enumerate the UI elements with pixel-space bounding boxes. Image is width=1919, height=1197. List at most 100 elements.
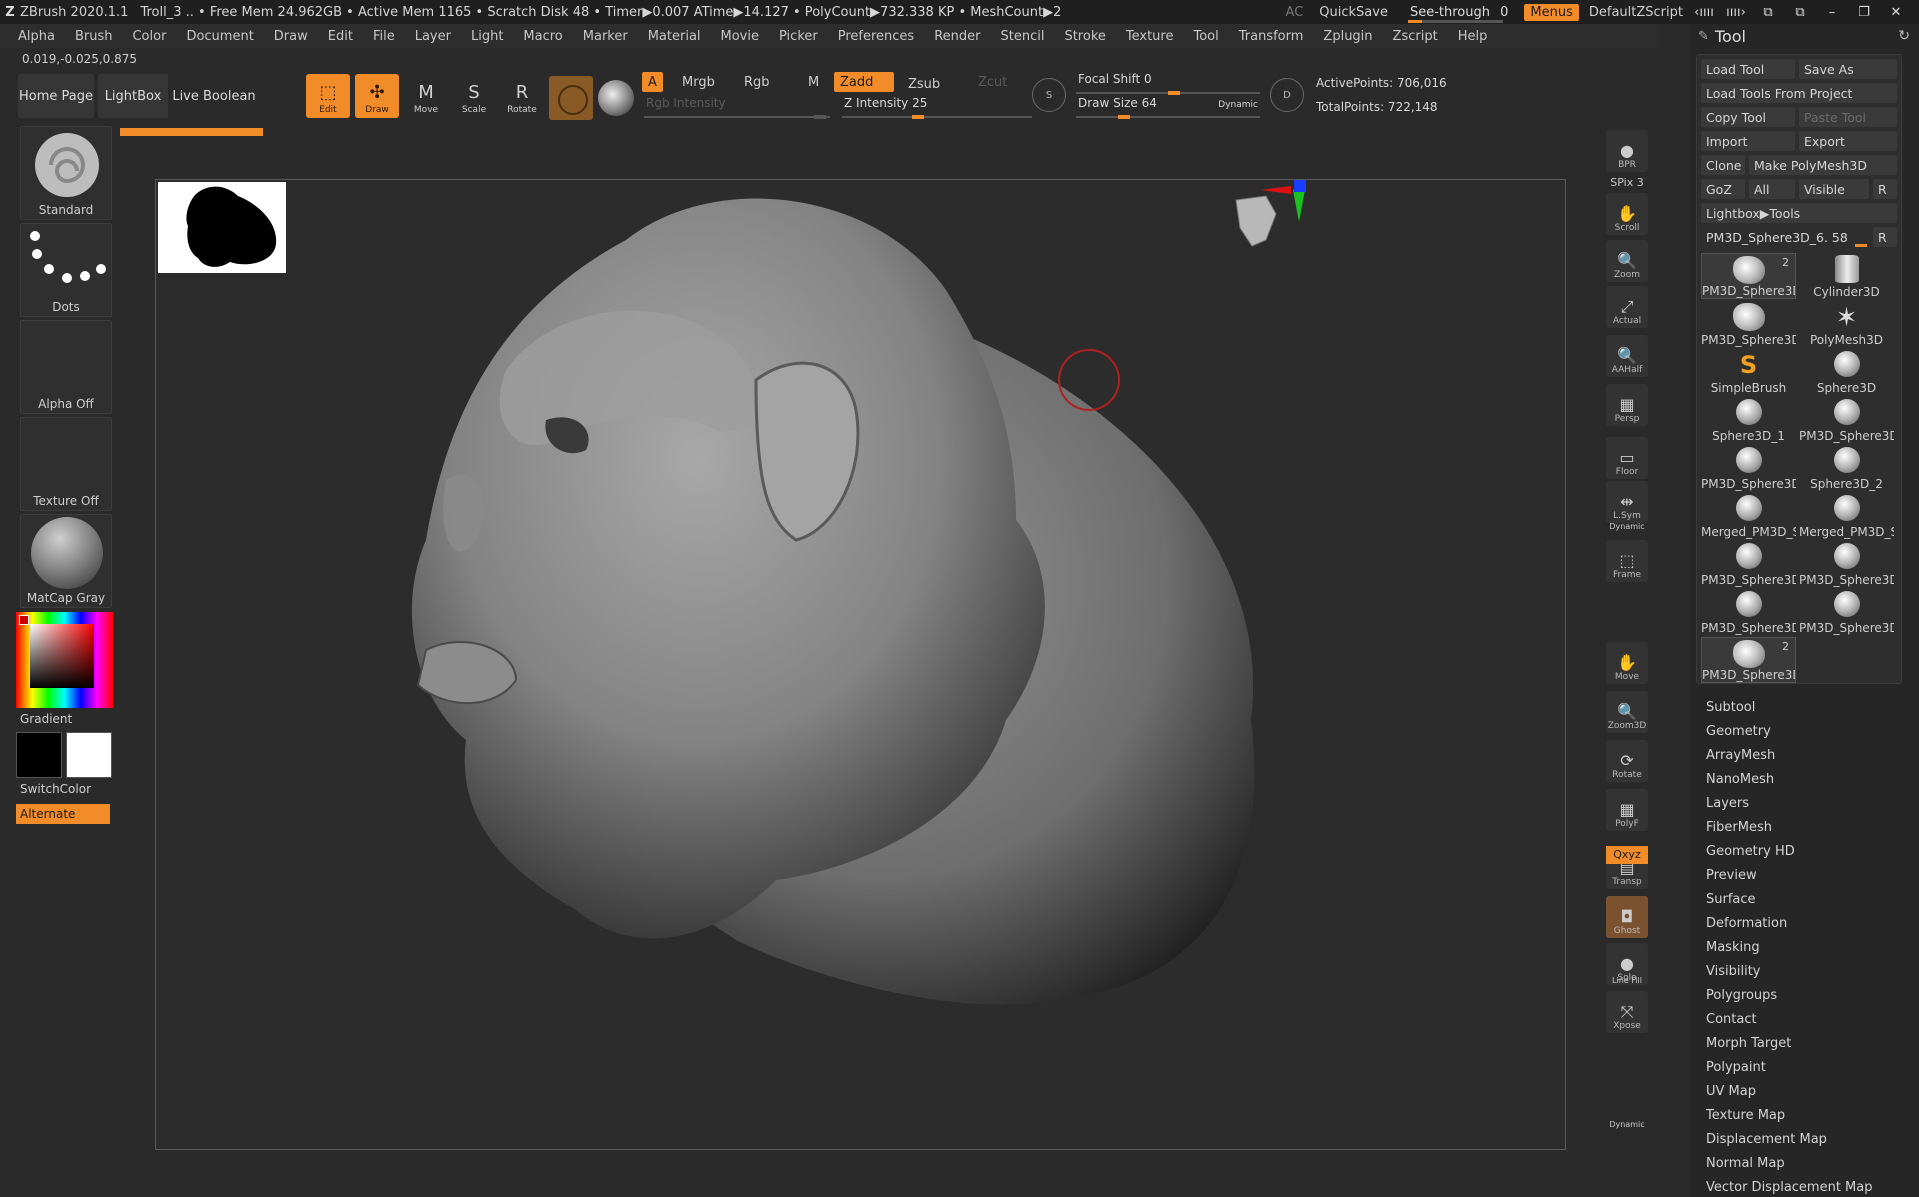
current-tool-slider-knob[interactable] [1855, 244, 1867, 247]
tool-item[interactable]: Merged_PM3D_S [1701, 493, 1796, 539]
xpose-button[interactable]: ⤧ Xpose [1606, 991, 1648, 1034]
close-icon[interactable]: ✕ [1885, 5, 1907, 20]
ghost-button[interactable]: ◘ Ghost [1606, 896, 1648, 939]
goz-all-button[interactable]: All [1749, 179, 1795, 199]
goz-visible-button[interactable]: Visible [1799, 179, 1869, 199]
current-tool-r-button[interactable]: R [1873, 227, 1897, 247]
tool-item[interactable]: Sphere3D_2 [1799, 445, 1894, 491]
menu-edit[interactable]: Edit [328, 29, 363, 44]
tool-item[interactable]: ✶ PolyMesh3D [1799, 301, 1894, 347]
copy-tool-button[interactable]: Copy Tool [1701, 107, 1795, 127]
goz-r-button[interactable]: R [1873, 179, 1897, 199]
edit-button[interactable]: ⬚ Edit [306, 74, 350, 118]
submenu-polygroups[interactable]: Polygroups [1706, 984, 1906, 1008]
menu-draw[interactable]: Draw [274, 29, 318, 44]
submenu-texture-map[interactable]: Texture Map [1706, 1104, 1906, 1128]
zoom3d-button[interactable]: 🔍 Zoom3D [1606, 691, 1648, 734]
zadd-toggle[interactable]: Zadd [834, 72, 894, 92]
menu-stroke[interactable]: Stroke [1064, 29, 1115, 44]
spix-slider[interactable]: SPix 3 [1606, 176, 1648, 189]
submenu-contact[interactable]: Contact [1706, 1008, 1906, 1032]
tool-item[interactable]: PM3D_Sphere3D [1701, 445, 1796, 491]
ui-toggle-icon-2[interactable]: ıııı› [1725, 5, 1747, 20]
submenu-uv-map[interactable]: UV Map [1706, 1080, 1906, 1104]
menu-document[interactable]: Document [186, 29, 263, 44]
tool-item[interactable]: Sphere3D_1 [1701, 397, 1796, 443]
menu-zplugin[interactable]: Zplugin [1323, 29, 1382, 44]
submenu-geometry-hd[interactable]: Geometry HD [1706, 840, 1906, 864]
submenu-deformation[interactable]: Deformation [1706, 912, 1906, 936]
minimize-icon[interactable]: – [1821, 5, 1843, 20]
rotate-button[interactable]: R Rotate [500, 74, 544, 118]
draw-size-slider[interactable]: Draw Size 64 Dynamic [1076, 96, 1260, 119]
menu-zscript[interactable]: Zscript [1393, 29, 1448, 44]
brush-selector[interactable]: Standard [20, 126, 112, 220]
make-polymesh-button[interactable]: Make PolyMesh3D [1749, 155, 1897, 175]
gradient-label[interactable]: Gradient [20, 712, 72, 726]
export-button[interactable]: Export [1799, 131, 1897, 151]
menus-toggle[interactable]: Menus [1524, 3, 1579, 21]
menu-movie[interactable]: Movie [721, 29, 769, 44]
layout-icon-2[interactable]: ⧉ [1789, 5, 1811, 20]
tool-pin-icon[interactable]: ✎ [1698, 29, 1709, 44]
layout-icon-1[interactable]: ⧉ [1757, 5, 1779, 20]
live-boolean-button[interactable]: Live Boolean [172, 74, 256, 118]
menu-file[interactable]: File [373, 29, 405, 44]
tool-item[interactable]: PM3D_Sphere3D 2 [1701, 637, 1796, 683]
menu-preferences[interactable]: Preferences [838, 29, 924, 44]
submenu-visibility[interactable]: Visibility [1706, 960, 1906, 984]
submenu-normal-map[interactable]: Normal Map [1706, 1152, 1906, 1176]
zcut-toggle[interactable]: Zcut [972, 72, 1013, 92]
menu-picker[interactable]: Picker [779, 29, 828, 44]
menu-brush[interactable]: Brush [75, 29, 123, 44]
tool-item[interactable]: PM3D_Sphere3D [1799, 397, 1894, 443]
focal-d-icon[interactable]: D [1270, 78, 1304, 112]
tool-item[interactable]: Cylinder3D [1799, 253, 1894, 299]
aahalf-button[interactable]: 🔍 AAHalf [1606, 334, 1648, 377]
zoom-button[interactable]: 🔍 Zoom [1606, 239, 1648, 282]
load-tool-button[interactable]: Load Tool [1701, 59, 1795, 79]
draw-button[interactable]: ✣ Draw [355, 74, 399, 118]
submenu-vector-displacement-map[interactable]: Vector Displacement Map [1706, 1176, 1906, 1197]
tool-item[interactable]: PM3D_Sphere3D [1701, 301, 1796, 347]
paste-tool-button[interactable]: Paste Tool [1799, 107, 1897, 127]
submenu-nanomesh[interactable]: NanoMesh [1706, 768, 1906, 792]
xyz-symmetry-toggle[interactable]: Qxyz [1606, 846, 1648, 864]
home-page-tab[interactable]: Home Page [18, 74, 94, 118]
menu-transform[interactable]: Transform [1239, 29, 1314, 44]
l-sym-button[interactable]: ⇹ L.Sym [1606, 481, 1648, 524]
color-picker[interactable] [16, 612, 113, 708]
linefill-label[interactable]: Line Fill [1606, 976, 1648, 985]
tool-item[interactable]: Merged_PM3D_S [1799, 493, 1894, 539]
goz-button[interactable]: GoZ [1701, 179, 1745, 199]
menu-marker[interactable]: Marker [583, 29, 638, 44]
lightbox-button[interactable]: LightBox [98, 74, 168, 118]
submenu-morph-target[interactable]: Morph Target [1706, 1032, 1906, 1056]
alpha-selector[interactable]: Alpha Off [20, 320, 112, 414]
actual-button[interactable]: ⤢ Actual [1606, 286, 1648, 329]
tool-item[interactable]: PM3D_Sphere3D 2 [1701, 253, 1796, 299]
dynamic-solo-label[interactable]: Dynamic [1606, 1120, 1648, 1129]
move-button[interactable]: M Move [404, 74, 448, 118]
stroke-selector[interactable]: Dots [20, 223, 112, 317]
import-button[interactable]: Import [1701, 131, 1795, 151]
polyf-button[interactable]: ▦ PolyF [1606, 788, 1648, 831]
submenu-geometry[interactable]: Geometry [1706, 720, 1906, 744]
tool-item[interactable]: PM3D_Sphere3D [1799, 589, 1894, 635]
bpr-button[interactable]: ● BPR [1606, 130, 1648, 172]
document-canvas[interactable] [155, 179, 1566, 1150]
menu-alpha[interactable]: Alpha [18, 29, 65, 44]
floor-button[interactable]: ▭ Floor [1606, 437, 1648, 480]
switchcolor-button[interactable]: SwitchColor [20, 782, 91, 796]
rgb-intensity-slider[interactable]: Rgb Intensity [644, 96, 830, 119]
see-through-slider[interactable]: See-through 0 [1404, 5, 1514, 23]
ui-toggle-icon-1[interactable]: ‹ıııı [1693, 5, 1715, 20]
menu-light[interactable]: Light [471, 29, 513, 44]
color-square[interactable] [30, 624, 94, 688]
submenu-displacement-map[interactable]: Displacement Map [1706, 1128, 1906, 1152]
menu-render[interactable]: Render [934, 29, 990, 44]
menu-texture[interactable]: Texture [1126, 29, 1184, 44]
restore-icon[interactable]: ❐ [1853, 5, 1875, 20]
menu-help[interactable]: Help [1458, 29, 1498, 44]
tool-item[interactable]: S SimpleBrush [1701, 349, 1796, 395]
